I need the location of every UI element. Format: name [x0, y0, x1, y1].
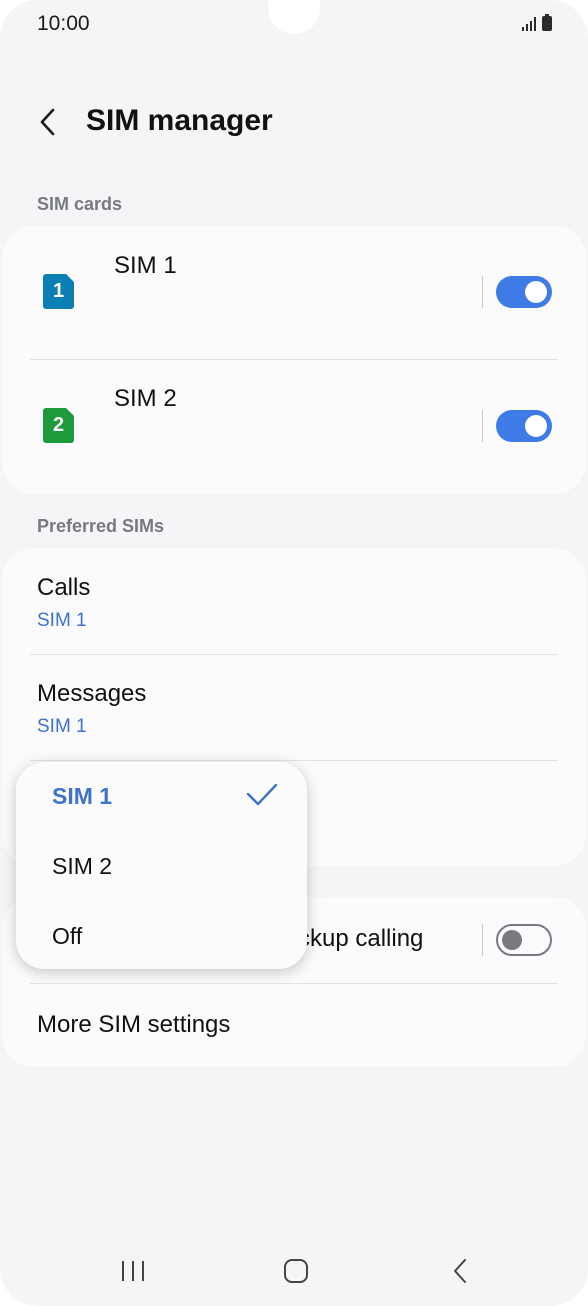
pref-calls-value: SIM 1	[37, 610, 87, 631]
pref-row-calls[interactable]: Calls SIM 1	[2, 548, 586, 654]
sim1-toggle[interactable]	[496, 276, 552, 308]
sim-select-popup: SIM 1 SIM 2 Off	[16, 762, 307, 969]
signal-icon	[522, 15, 536, 31]
row-separator	[482, 924, 483, 956]
sim2-toggle[interactable]	[496, 410, 552, 442]
sim1-card-icon: 1	[43, 273, 75, 309]
status-bar: 10:00	[0, 0, 588, 52]
camera-notch	[268, 0, 320, 34]
sim2-name: SIM 2	[114, 385, 177, 412]
recent-apps-icon	[122, 1261, 144, 1281]
app-header: SIM manager	[0, 96, 588, 152]
sim-cards-card: 1 SIM 1 2 SIM 2	[2, 226, 586, 494]
sim2-badge-number: 2	[52, 414, 65, 436]
sim-row-2[interactable]: 2 SIM 2	[2, 360, 586, 494]
pref-messages-title: Messages	[37, 680, 147, 707]
check-icon	[246, 783, 278, 806]
back-icon	[454, 1259, 466, 1283]
back-button[interactable]	[30, 102, 66, 142]
battery-icon	[542, 14, 552, 31]
backup-calling-toggle[interactable]	[496, 924, 552, 956]
more-sim-settings-label: More SIM settings	[37, 1011, 231, 1038]
home-button[interactable]	[276, 1254, 316, 1288]
row-separator	[482, 276, 483, 308]
popup-option-sim2[interactable]: SIM 2	[52, 853, 112, 880]
home-icon	[284, 1259, 308, 1283]
phone-screen: 10:00 SIM manager SIM cards 1 SIM 1 2 SI…	[0, 0, 588, 1306]
navigation-bar	[0, 1240, 588, 1300]
section-label-sim-cards: SIM cards	[37, 194, 123, 214]
pref-calls-title: Calls	[37, 574, 91, 601]
backup-calling-label: ckup calling	[298, 925, 424, 952]
chevron-left-icon	[40, 108, 55, 136]
popup-option-sim1[interactable]: SIM 1	[52, 783, 112, 810]
sim2-card-icon: 2	[43, 407, 75, 443]
status-time: 10:00	[37, 12, 90, 35]
sim1-name: SIM 1	[114, 252, 177, 279]
page-title: SIM manager	[86, 104, 273, 137]
section-label-preferred: Preferred SIMs	[37, 516, 165, 536]
more-sim-settings-row[interactable]: More SIM settings	[2, 983, 586, 1067]
recent-apps-button[interactable]	[113, 1254, 153, 1288]
nav-back-button[interactable]	[440, 1254, 480, 1288]
status-icons	[522, 14, 552, 31]
pref-messages-value: SIM 1	[37, 716, 87, 737]
sim1-badge-number: 1	[52, 280, 65, 302]
pref-row-messages[interactable]: Messages SIM 1	[2, 654, 586, 760]
row-separator	[482, 410, 483, 442]
popup-option-off[interactable]: Off	[52, 923, 82, 950]
sim-row-1[interactable]: 1 SIM 1	[2, 226, 586, 360]
